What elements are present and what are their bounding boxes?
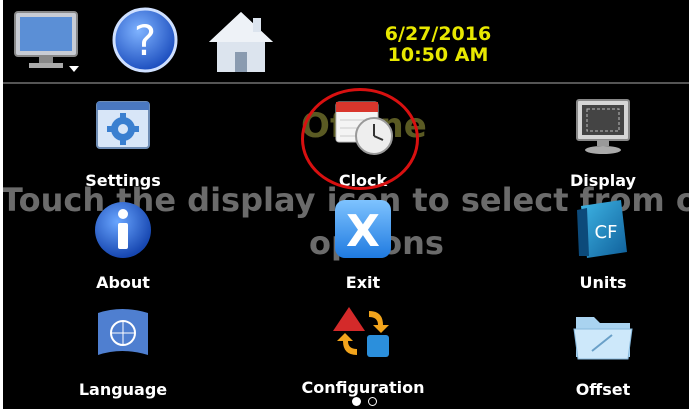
display-tile[interactable]: Display — [533, 96, 673, 192]
folder-icon — [573, 317, 633, 360]
page-indicator-dot-2[interactable] — [368, 397, 377, 406]
svg-text:X: X — [346, 206, 380, 257]
units-cf-icon: CF — [577, 200, 627, 258]
exit-x-icon: X — [335, 200, 391, 258]
units-tile[interactable]: CF Units — [533, 198, 673, 294]
date-text: 6/27/2016 — [384, 23, 492, 45]
configuration-label: Configuration — [301, 378, 425, 397]
exit-label: Exit — [345, 273, 381, 292]
about-tile[interactable]: About — [53, 198, 193, 294]
offset-tile[interactable]: Offset — [533, 305, 673, 401]
top-bar: ? 6/27/2016 10:50 AM — [3, 0, 689, 82]
configuration-shapes-icon — [333, 307, 389, 357]
top-divider — [3, 82, 689, 84]
settings-tile[interactable]: Settings — [53, 96, 193, 192]
clock-highlight-circle — [301, 88, 419, 190]
date-time-display: 6/27/2016 10:50 AM — [368, 24, 508, 66]
configuration-tile[interactable]: Configuration — [293, 303, 433, 399]
settings-label: Settings — [85, 171, 161, 190]
home-icon[interactable] — [207, 8, 275, 74]
language-tile[interactable]: Language — [53, 305, 193, 401]
language-label: Language — [78, 380, 168, 399]
page-indicator-dot-1[interactable] — [352, 397, 361, 406]
display-label: Display — [570, 171, 636, 190]
offset-label: Offset — [575, 380, 631, 399]
svg-text:CF: CF — [595, 222, 618, 243]
time-text: 10:50 AM — [387, 44, 489, 66]
display-icon — [576, 99, 630, 154]
svg-text:?: ? — [134, 16, 156, 65]
exit-tile[interactable]: X Exit — [293, 198, 433, 294]
info-icon — [95, 202, 151, 258]
monitor-dropdown-icon[interactable] — [13, 10, 81, 74]
help-icon[interactable]: ? — [111, 6, 179, 74]
un-flag-icon — [98, 309, 148, 355]
settings-window-icon — [96, 101, 150, 149]
about-label: About — [96, 273, 150, 292]
units-label: Units — [579, 273, 627, 292]
screen: ? 6/27/2016 10:50 AM Offline Touch the d… — [3, 0, 689, 409]
